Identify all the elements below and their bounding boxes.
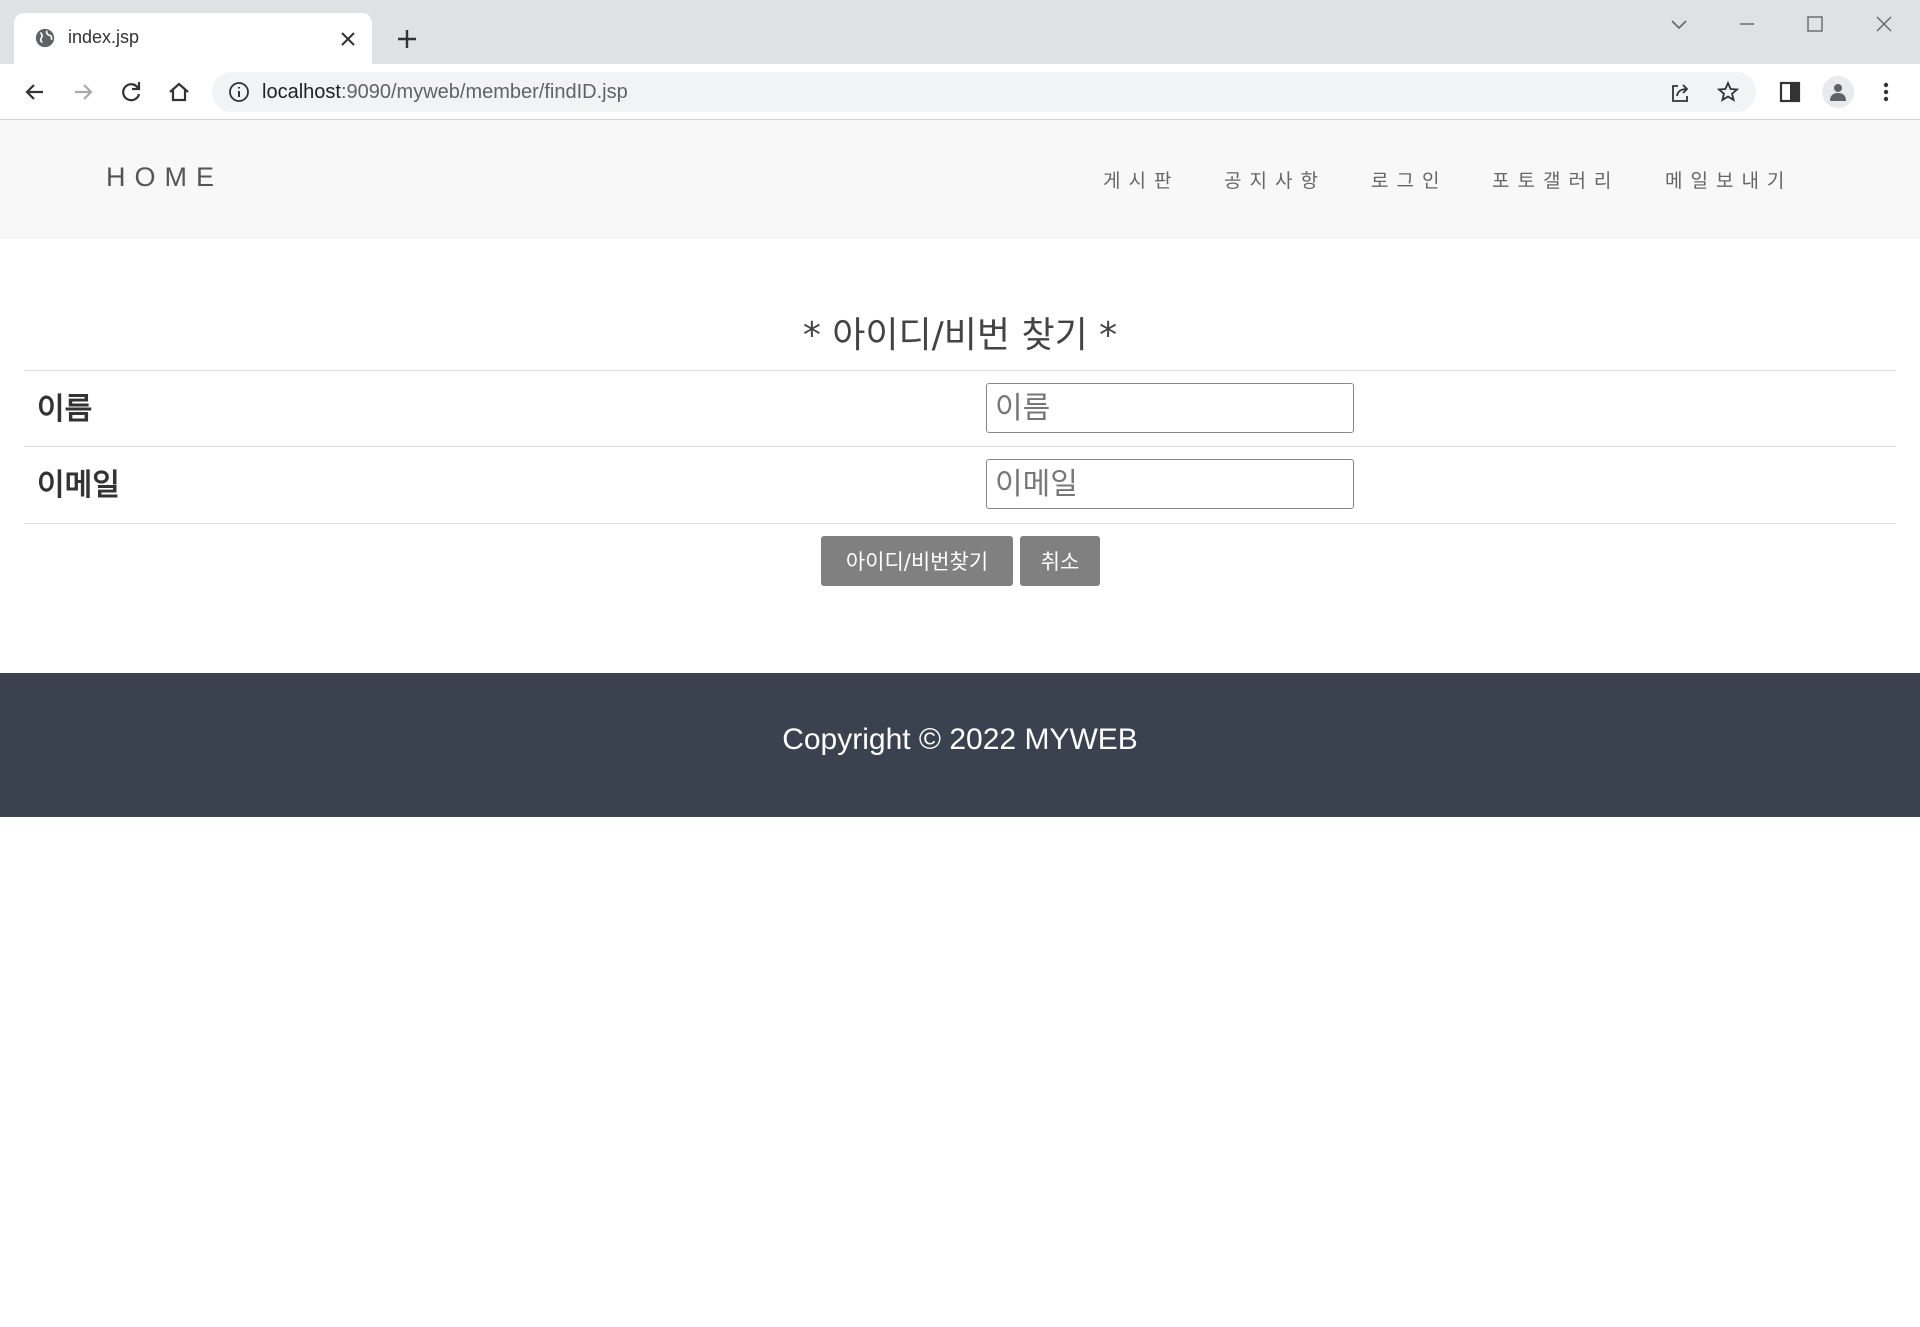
reload-icon[interactable] xyxy=(117,78,145,106)
forward-icon[interactable] xyxy=(69,78,97,106)
home-icon[interactable] xyxy=(165,78,193,106)
more-menu-icon[interactable] xyxy=(1872,78,1900,106)
url-text: localhost:9090/myweb/member/findID.jsp xyxy=(262,81,628,104)
nav-notice[interactable]: 공지사항 xyxy=(1224,166,1326,193)
back-icon[interactable] xyxy=(21,78,49,106)
side-panel-icon[interactable] xyxy=(1776,78,1804,106)
person-icon xyxy=(1830,84,1846,101)
nav-send-mail[interactable]: 메일보내기 xyxy=(1665,166,1792,193)
close-tab-icon[interactable] xyxy=(338,29,358,49)
address-bar[interactable]: localhost:9090/myweb/member/findID.jsp xyxy=(212,72,1756,112)
new-tab-icon[interactable] xyxy=(394,26,420,52)
page-title: * 아이디/비번 찾기 * xyxy=(802,315,1118,356)
minimize-icon[interactable] xyxy=(1735,12,1759,36)
nav-login[interactable]: 로그인 xyxy=(1371,166,1447,193)
table-divider xyxy=(24,523,1896,524)
globe-icon xyxy=(35,28,55,48)
brand-home-link[interactable]: HOME xyxy=(106,162,223,193)
find-id-button[interactable]: 아이디/비번찾기 xyxy=(821,536,1013,586)
url-host: localhost xyxy=(262,81,341,103)
site-navbar: HOME 게시판 공지사항 로그인 포토갤러리 메일보내기 xyxy=(0,120,1920,239)
browser-titlebar: index.jsp xyxy=(0,0,1920,64)
name-label: 이름 xyxy=(37,392,93,427)
url-path: :9090/myweb/member/findID.jsp xyxy=(340,81,628,103)
nav-board[interactable]: 게시판 xyxy=(1103,166,1179,193)
tab-search-icon[interactable] xyxy=(1667,12,1691,36)
browser-tab[interactable]: index.jsp xyxy=(14,13,372,64)
bookmark-star-icon[interactable] xyxy=(1716,80,1740,104)
email-input[interactable] xyxy=(986,459,1354,509)
nav-photo-gallery[interactable]: 포토갤러리 xyxy=(1492,166,1619,193)
maximize-icon[interactable] xyxy=(1803,12,1827,36)
site-footer: Copyright © 2022 MYWEB xyxy=(0,673,1920,817)
copyright-text: Copyright © 2022 MYWEB xyxy=(782,723,1138,756)
share-icon[interactable] xyxy=(1668,81,1692,105)
name-input[interactable] xyxy=(986,383,1354,433)
close-window-icon[interactable] xyxy=(1872,12,1896,36)
email-label: 이메일 xyxy=(37,468,120,503)
tab-title: index.jsp xyxy=(68,27,140,47)
profile-avatar[interactable] xyxy=(1822,76,1854,108)
table-divider xyxy=(24,446,1896,447)
cancel-button[interactable]: 취소 xyxy=(1020,536,1100,586)
browser-toolbar: localhost:9090/myweb/member/findID.jsp xyxy=(0,64,1920,120)
table-divider xyxy=(24,370,1896,371)
info-icon[interactable] xyxy=(228,81,250,103)
